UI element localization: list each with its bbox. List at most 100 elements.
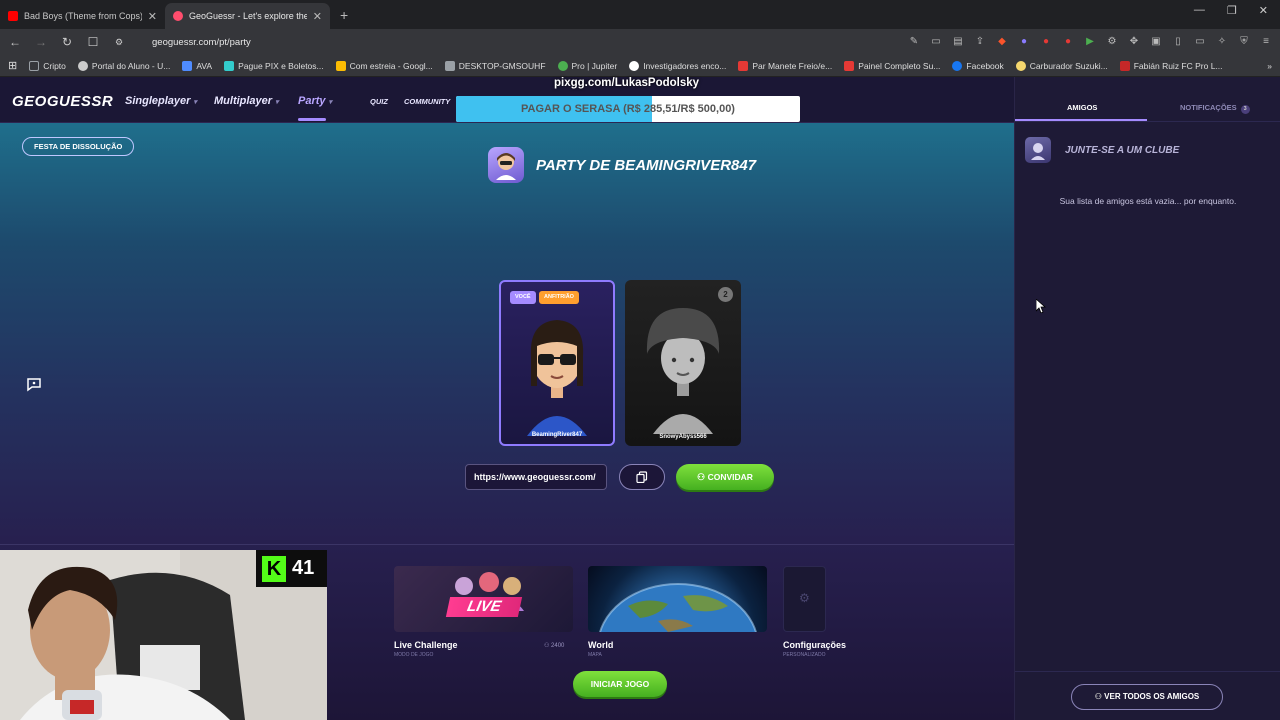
bookmark-item[interactable]: AVA bbox=[182, 60, 212, 71]
new-tab-button[interactable]: + bbox=[330, 7, 358, 29]
restore-icon[interactable]: ❐ bbox=[1227, 4, 1237, 17]
invite-link-field[interactable]: https://www.geoguessr.com/ bbox=[465, 464, 607, 490]
nav-multiplayer[interactable]: Multiplayer ▾ bbox=[214, 95, 279, 107]
geoguessr-logo[interactable]: GEOGUESSR bbox=[12, 93, 113, 110]
vpn-icon[interactable]: ⛨ bbox=[1238, 36, 1250, 48]
close-window-icon[interactable]: ✕ bbox=[1259, 4, 1268, 17]
players-count-value: 2400 bbox=[551, 643, 565, 649]
url-field[interactable]: geoguessr.com/pt/party bbox=[152, 37, 896, 48]
bookmark-favicon bbox=[444, 60, 455, 71]
tab-youtube[interactable]: Bad Boys (Theme from Cops) - YouTu ✕ bbox=[0, 3, 165, 29]
earth-artwork bbox=[599, 583, 757, 632]
bookmark-item[interactable]: DESKTOP-GMSOUHF bbox=[444, 60, 546, 71]
folder-icon bbox=[29, 60, 40, 71]
tab-title: Bad Boys (Theme from Cops) - YouTu bbox=[24, 11, 142, 21]
menu-icon[interactable]: ≡ bbox=[1260, 36, 1272, 48]
invite-button-label: CONVIDAR bbox=[707, 472, 753, 482]
mouse-cursor-icon bbox=[1036, 299, 1046, 313]
copy-link-button[interactable] bbox=[619, 464, 665, 490]
site-info-icon[interactable]: ⚙ bbox=[112, 37, 126, 48]
party-title: PARTY DE BEAMINGRIVER847 bbox=[536, 156, 757, 174]
extension-icon[interactable]: ▣ bbox=[1150, 36, 1162, 48]
tab-notifications[interactable]: NOTIFICAÇÕES 3 bbox=[1180, 103, 1250, 114]
extension-icon[interactable]: ● bbox=[1018, 36, 1030, 48]
tab-friends[interactable]: AMIGOS bbox=[1067, 103, 1097, 112]
bookmark-item[interactable]: Pague PIX e Boletos... bbox=[224, 60, 324, 71]
back-icon[interactable]: ← bbox=[8, 35, 22, 49]
player-card-guest[interactable]: 2 SnowyAbyss566 bbox=[625, 280, 741, 446]
bookmark-label: Painel Completo Su... bbox=[858, 60, 941, 71]
bookmark-item[interactable]: Painel Completo Su... bbox=[844, 60, 941, 71]
bookmark-item[interactable]: Pro | Jupiter bbox=[557, 60, 617, 71]
invite-button[interactable]: ⚇ CONVIDAR bbox=[676, 464, 774, 490]
nav-label: Singleplayer bbox=[125, 95, 191, 107]
nav-label: COMMUNITY bbox=[404, 97, 451, 106]
nav-community[interactable]: COMMUNITY bbox=[404, 97, 450, 106]
bookmark-item[interactable]: Com estreia - Googl... bbox=[335, 60, 433, 71]
add-user-icon: ⚇ bbox=[697, 472, 708, 482]
translate-icon[interactable]: ✎ bbox=[908, 36, 920, 48]
disband-party-button[interactable]: FESTA DE DISSOLUÇÃO bbox=[22, 137, 135, 156]
bookmark-item[interactable]: Carburador Suzuki... bbox=[1015, 60, 1108, 71]
viewer-count: 41 bbox=[292, 557, 315, 579]
mode-card-world[interactable] bbox=[588, 566, 767, 632]
view-all-friends-label: VER TODOS OS AMIGOS bbox=[1104, 692, 1200, 701]
sidebar-tabs: AMIGOS NOTIFICAÇÕES 3 bbox=[1015, 77, 1280, 122]
player-card-host[interactable]: VOCÊ ANFITRIÃO BeamingRiver847 bbox=[499, 280, 615, 446]
wallet-icon[interactable]: ▭ bbox=[1194, 36, 1206, 48]
share-icon[interactable]: ⇪ bbox=[974, 36, 986, 48]
bookmark-favicon bbox=[557, 60, 568, 71]
settings-card[interactable]: ⚙ bbox=[783, 566, 826, 632]
tab-geoguessr[interactable]: GeoGuessr - Let's explore the w ✕ bbox=[165, 3, 330, 29]
join-club-row[interactable]: JUNTE-SE A UM CLUBE bbox=[1025, 137, 1179, 163]
sidebar-icon[interactable]: ▯ bbox=[1172, 36, 1184, 48]
media-icon[interactable]: ▤ bbox=[952, 36, 964, 48]
view-all-friends-button[interactable]: ⚇ VER TODOS OS AMIGOS bbox=[1071, 684, 1223, 710]
bookmark-icon[interactable]: ☐ bbox=[86, 35, 100, 49]
bookmark-item[interactable]: Portal do Aluno - U... bbox=[77, 60, 171, 71]
empty-friends-text: Sua lista de amigos está vazia... por en… bbox=[1059, 196, 1237, 206]
bookmark-label: Portal do Aluno - U... bbox=[91, 60, 171, 71]
club-icon bbox=[1031, 143, 1045, 160]
cast-icon[interactable]: ▭ bbox=[930, 36, 942, 48]
bookmark-item[interactable]: Facebook bbox=[952, 60, 1004, 71]
puzzle-icon[interactable]: ✥ bbox=[1128, 36, 1140, 48]
party-host-avatar bbox=[488, 147, 524, 183]
brave-shield-icon[interactable]: ◆ bbox=[996, 36, 1008, 48]
apps-icon[interactable]: ⊞ bbox=[8, 59, 17, 72]
bookmark-item[interactable]: Cripto bbox=[29, 60, 66, 71]
nav-label: Multiplayer bbox=[214, 95, 273, 107]
nav-quiz[interactable]: QUIZ bbox=[370, 97, 388, 106]
avatar-icon bbox=[496, 153, 516, 180]
geoguessr-pin-icon bbox=[173, 11, 183, 21]
nav-singleplayer[interactable]: Singleplayer ▾ bbox=[125, 95, 197, 107]
bookmark-label: Pague PIX e Boletos... bbox=[238, 60, 324, 71]
bookmark-item[interactable]: Investigadores enco... bbox=[629, 60, 727, 71]
extension-icon[interactable]: ⚙ bbox=[1106, 36, 1118, 48]
club-avatar-icon bbox=[1025, 137, 1051, 163]
active-nav-indicator bbox=[298, 118, 326, 121]
extension-icon[interactable]: ● bbox=[1062, 36, 1074, 48]
close-tab-icon[interactable]: ✕ bbox=[313, 10, 322, 23]
reload-icon[interactable]: ↻ bbox=[60, 35, 74, 49]
mode-label: World bbox=[588, 640, 614, 650]
bookmark-item[interactable]: Fabián Ruiz FC Pro L... bbox=[1119, 60, 1223, 71]
minimize-icon[interactable]: — bbox=[1194, 4, 1205, 17]
tab-title: GeoGuessr - Let's explore the w bbox=[189, 11, 307, 21]
bookmark-favicon bbox=[844, 60, 855, 71]
bookmark-label: Investigadores enco... bbox=[643, 60, 727, 71]
nav-party[interactable]: Party ▾ bbox=[298, 95, 332, 107]
forward-icon[interactable]: → bbox=[34, 35, 48, 49]
mode-card-live-challenge[interactable]: LIVE bbox=[394, 566, 573, 632]
pix-overlay-text: pixgg.com/LukasPodolsky bbox=[554, 77, 700, 89]
more-bookmarks-icon[interactable]: » bbox=[1267, 61, 1272, 71]
leo-icon[interactable]: ✧ bbox=[1216, 36, 1228, 48]
chat-icon[interactable] bbox=[25, 375, 43, 393]
extension-icon[interactable]: ● bbox=[1040, 36, 1052, 48]
close-tab-icon[interactable]: ✕ bbox=[148, 10, 157, 23]
bookmark-item[interactable]: Par Manete Freio/e... bbox=[738, 60, 832, 71]
extension-icon[interactable]: ▶ bbox=[1084, 36, 1096, 48]
start-game-button[interactable]: INICIAR JOGO bbox=[573, 671, 667, 697]
players-count: ⚇ 2400 bbox=[544, 642, 564, 649]
address-bar: ← → ↻ ☐ ⚙ geoguessr.com/pt/party ✎ ▭ ▤ ⇪… bbox=[0, 29, 1280, 55]
